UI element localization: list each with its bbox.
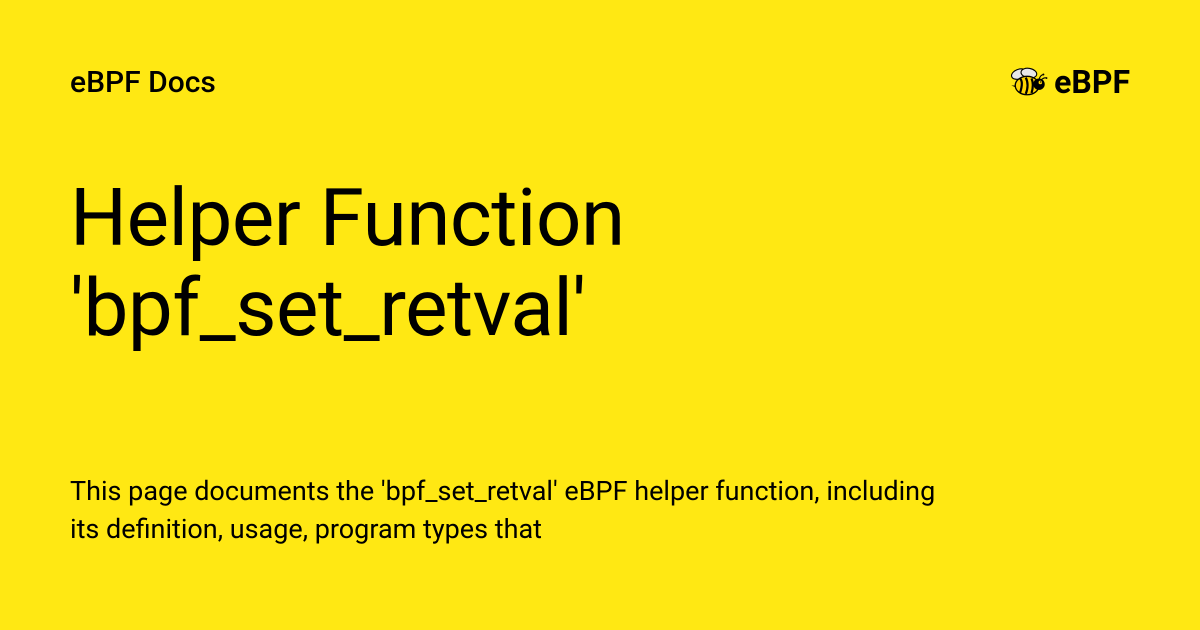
page-header: eBPF Docs xyxy=(70,60,1130,104)
bee-icon xyxy=(1006,60,1050,104)
page-title: Helper Function 'bpf_set_retval' xyxy=(70,174,1130,353)
page-description: This page documents the 'bpf_set_retval'… xyxy=(70,473,970,549)
ebpf-logo: eBPF xyxy=(1006,60,1130,104)
logo-text: eBPF xyxy=(1054,63,1130,101)
site-name: eBPF Docs xyxy=(70,65,216,100)
